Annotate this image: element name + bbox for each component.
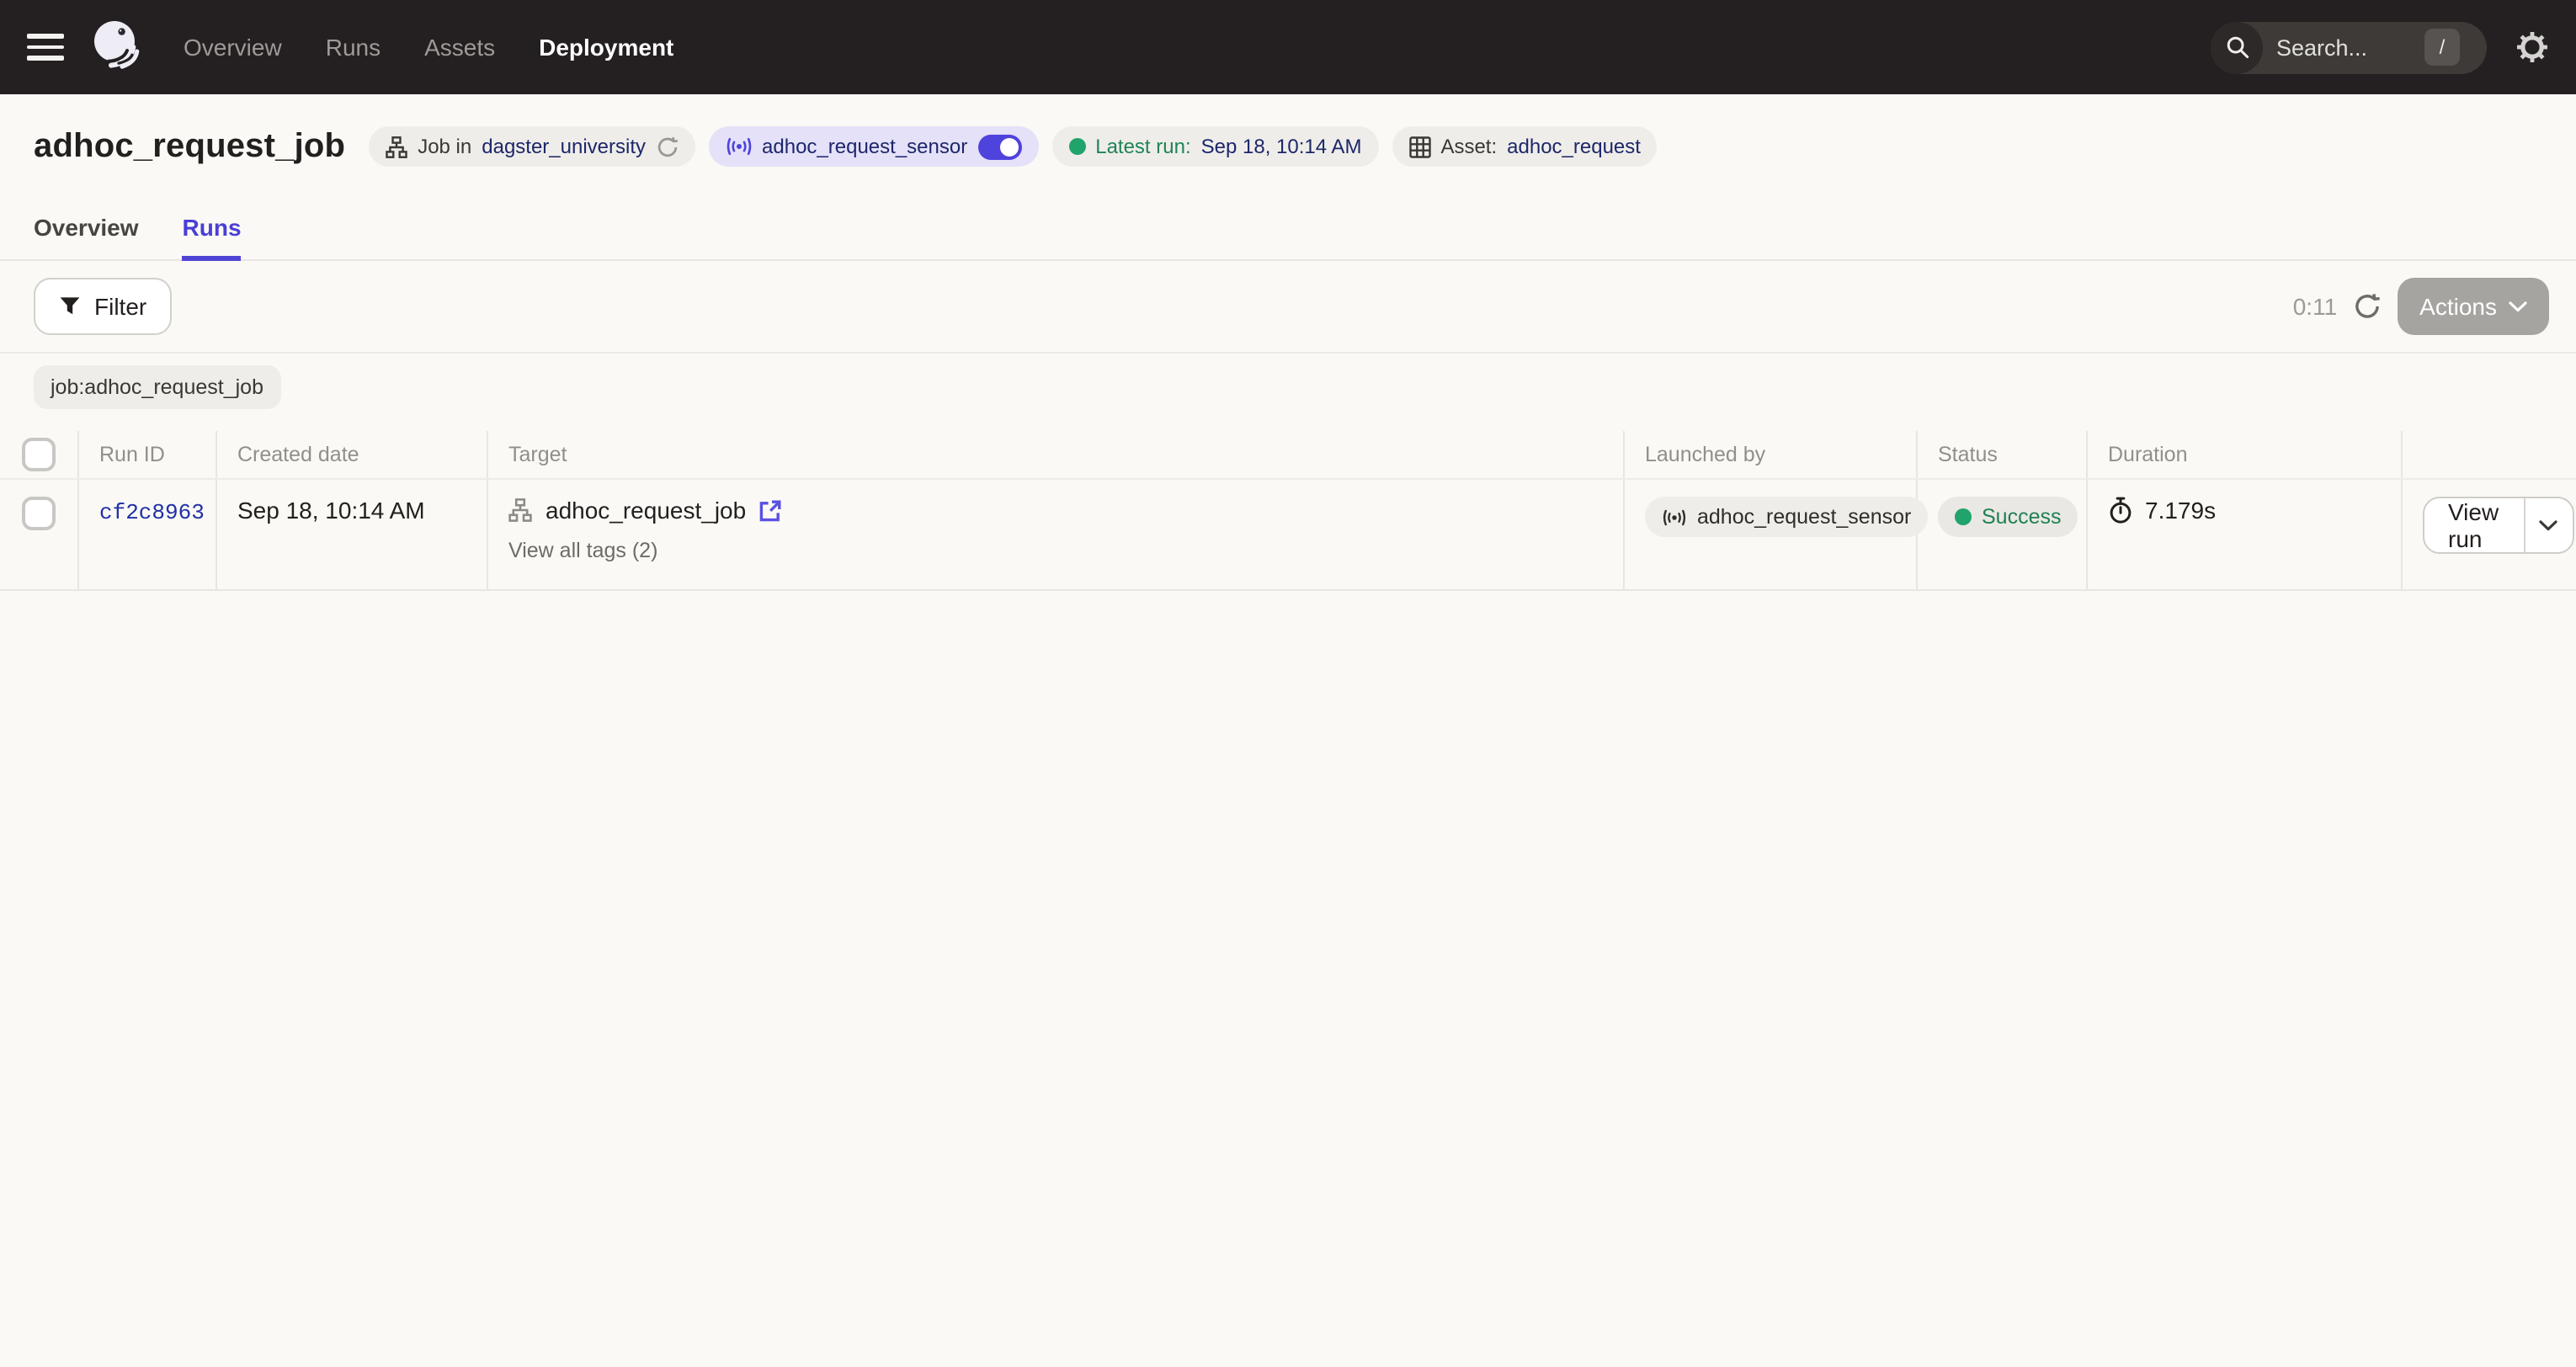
column-header-actions [2403,431,2576,478]
job-filter-chip[interactable]: job:adhoc_request_job [34,365,280,409]
created-date-value: Sep 18, 10:14 AM [237,497,425,524]
view-all-tags-link[interactable]: View all tags (2) [508,539,657,562]
filter-funnel-icon [59,296,81,316]
code-location-link[interactable]: dagster_university [482,135,646,158]
page-header: adhoc_request_job Job in dagster_univers… [0,94,2576,199]
stopwatch-icon [2108,497,2133,524]
column-header-duration: Duration [2088,431,2403,478]
column-header-launched-by: Launched by [1625,431,1918,478]
refresh-countdown: 0:11 [2293,293,2337,320]
sensor-badge: adhoc_request_sensor [708,126,1038,167]
nav-right: / [2211,21,2549,73]
column-header-created-date: Created date [217,431,488,478]
menu-icon[interactable] [27,27,64,67]
target-job-name: adhoc_request_job [546,497,746,524]
select-all-checkbox[interactable] [22,438,56,471]
sensor-icon [725,136,752,157]
page-title: adhoc_request_job [34,127,345,166]
column-header-run-id: Run ID [79,431,217,478]
column-header-status: Status [1918,431,2088,478]
reload-location-icon[interactable] [656,136,678,157]
page-tabs: Overview Runs [0,199,2576,261]
nav-item-assets[interactable]: Assets [424,34,495,61]
search-input[interactable] [2276,35,2421,60]
search-box[interactable]: / [2211,21,2487,73]
sensor-icon [1662,508,1687,526]
nav-item-runs[interactable]: Runs [326,34,381,61]
asset-badge: Asset: adhoc_request [1392,126,1658,167]
latest-run-link[interactable]: Sep 18, 10:14 AM [1201,135,1362,158]
runs-toolbar: Filter 0:11 Actions [0,261,2576,354]
job-graph-icon [386,136,407,157]
open-job-external-icon[interactable] [759,499,781,521]
header-badges: Job in dagster_university [369,126,1658,167]
job-graph-icon [508,498,532,522]
view-run-button[interactable]: View run [2424,498,2523,552]
search-shortcut-key: / [2424,29,2460,66]
actions-button[interactable]: Actions [2398,278,2549,335]
settings-gear-icon[interactable] [2515,30,2549,64]
search-icon [2211,21,2263,73]
column-header-target: Target [488,431,1625,478]
run-id-link[interactable]: cf2c8963 [99,500,205,525]
launched-by-sensor-pill[interactable]: adhoc_request_sensor [1645,497,1928,537]
job-badge-prefix: Job in [418,135,471,158]
top-nav: Overview Runs Assets Deployment / [0,0,2576,94]
success-dot-icon [1955,508,1972,525]
job-location-badge: Job in dagster_university [369,126,695,167]
sensor-toggle[interactable] [977,134,1021,159]
view-run-split-button: View run [2423,497,2574,554]
toolbar-right: 0:11 Actions [2293,278,2549,335]
runs-table: Run ID Created date Target Launched by S… [0,431,2576,591]
launched-by-value: adhoc_request_sensor [1697,505,1911,529]
filter-button-label: Filter [94,293,146,320]
status-value: Success [1982,505,2062,529]
sensor-link[interactable]: adhoc_request_sensor [762,135,967,158]
actions-button-label: Actions [2419,293,2497,320]
asset-grid-icon [1408,136,1430,157]
view-run-chevron-icon[interactable] [2524,498,2573,552]
primary-nav: Overview Runs Assets Deployment [184,34,673,61]
row-checkbox[interactable] [22,497,56,530]
refresh-icon[interactable] [2354,293,2381,320]
asset-link[interactable]: adhoc_request [1507,135,1641,158]
asset-badge-prefix: Asset: [1440,135,1497,158]
dagster-logo-icon[interactable] [86,17,146,77]
latest-run-prefix: Latest run: [1095,135,1190,158]
tab-overview[interactable]: Overview [34,199,139,259]
duration-value: 7.179s [2145,497,2216,524]
filter-button[interactable]: Filter [34,278,172,335]
nav-item-overview[interactable]: Overview [184,34,282,61]
table-row: cf2c8963 Sep 18, 10:14 AM adhoc_reque [0,480,2576,591]
success-dot-icon [1068,138,1085,155]
active-filters-row: job:adhoc_request_job [0,354,2576,431]
table-header-row: Run ID Created date Target Launched by S… [0,431,2576,480]
nav-item-deployment[interactable]: Deployment [539,34,673,61]
status-badge: Success [1938,497,2078,537]
tab-runs[interactable]: Runs [183,199,242,259]
chevron-down-icon [2509,301,2527,312]
latest-run-badge: Latest run: Sep 18, 10:14 AM [1051,126,1378,167]
dagster-app: Overview Runs Assets Deployment / [0,0,2576,1367]
